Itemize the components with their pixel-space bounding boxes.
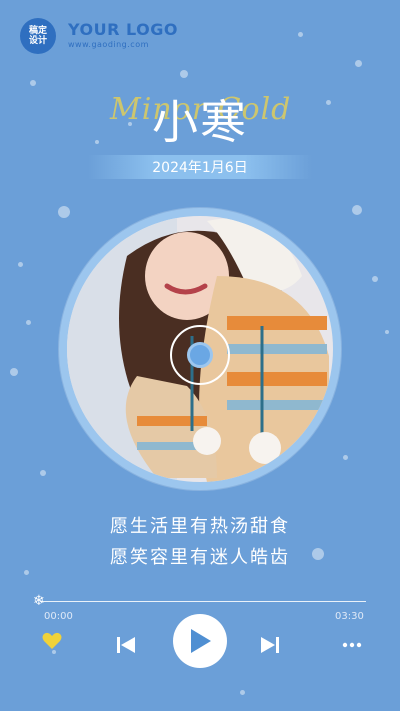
like-button[interactable] — [40, 630, 64, 652]
snowflake-icon[interactable]: ❄ — [33, 593, 45, 609]
logo-subtitle: www.gaoding.com — [68, 40, 149, 49]
play-icon — [191, 629, 211, 653]
heart-icon — [42, 632, 62, 649]
logo-badge-text: 稿定设计 — [28, 26, 47, 46]
logo-title: YOUR LOGO — [68, 20, 178, 39]
more-button[interactable] — [340, 638, 364, 652]
logo-badge: 稿定设计 — [20, 18, 56, 54]
progress-bar[interactable] — [40, 601, 366, 602]
lyric-line-2: 愿笑容里有迷人皓齿 — [110, 547, 290, 568]
date-label: 2024年1月6日 — [152, 160, 248, 176]
page-title: 小寒 — [152, 95, 248, 149]
time-total: 03:30 — [335, 611, 364, 622]
next-button[interactable] — [258, 634, 282, 656]
play-button[interactable] — [173, 614, 227, 668]
time-current: 00:00 — [44, 611, 73, 622]
disc-center-dot — [187, 342, 213, 368]
disc-center-ring — [170, 325, 230, 385]
previous-icon — [117, 637, 135, 653]
next-icon — [261, 637, 279, 653]
more-icon — [342, 642, 362, 648]
date-band: 2024年1月6日 — [88, 155, 312, 179]
previous-button[interactable] — [114, 634, 138, 656]
lyric-line-1: 愿生活里有热汤甜食 — [110, 516, 290, 537]
